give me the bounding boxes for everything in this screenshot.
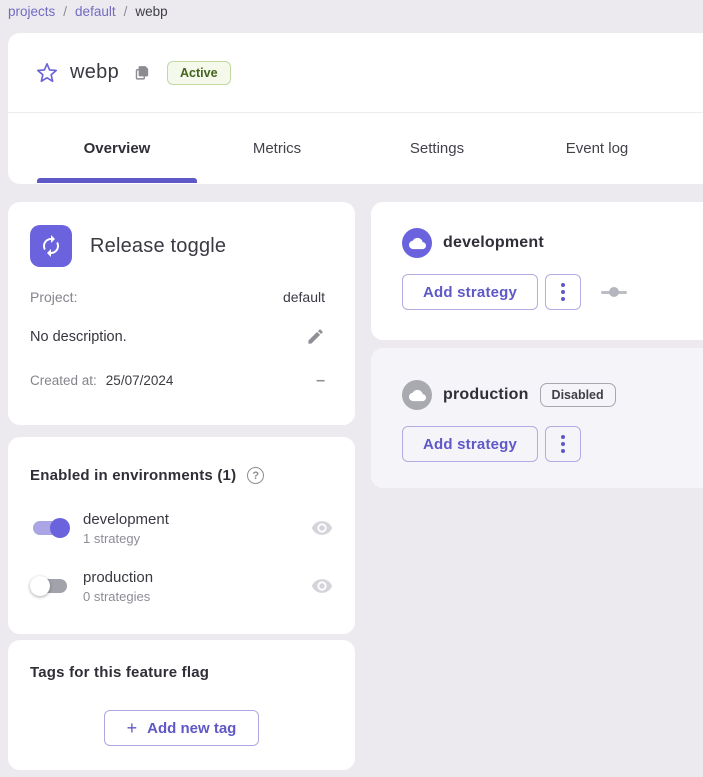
kebab-dot xyxy=(561,435,565,439)
favorite-star-icon[interactable] xyxy=(36,62,58,84)
production-cloud-icon xyxy=(402,380,432,410)
collapse-dash-icon[interactable]: – xyxy=(316,376,325,386)
flag-type-label: Release toggle xyxy=(90,235,226,258)
flag-details-card: Release toggle Project: default No descr… xyxy=(8,202,355,425)
tab-event-log[interactable]: Event log xyxy=(517,113,677,183)
add-new-tag-label: Add new tag xyxy=(147,720,236,737)
edit-description-pencil-icon[interactable] xyxy=(306,327,325,346)
kebab-dot xyxy=(561,290,565,294)
indicator-knob xyxy=(609,287,619,297)
breadcrumb-separator: / xyxy=(63,4,67,19)
toggle-thumb xyxy=(30,576,50,596)
visibility-eye-icon[interactable] xyxy=(311,575,333,597)
environment-strategy-count: 1 strategy xyxy=(83,531,169,546)
description-row: No description. xyxy=(30,327,325,346)
kebab-dot xyxy=(561,297,565,301)
toggle-thumb xyxy=(50,518,70,538)
add-strategy-button[interactable]: Add strategy xyxy=(402,274,538,310)
feature-title-row: webp Active xyxy=(8,33,703,113)
description-text: No description. xyxy=(30,329,127,345)
plus-icon: + xyxy=(127,718,138,739)
status-badge: Active xyxy=(167,61,231,85)
page-title: webp xyxy=(70,61,119,84)
strategy-drag-indicator-icon xyxy=(601,287,627,297)
copy-name-icon[interactable] xyxy=(134,64,151,81)
tags-title: Tags for this feature flag xyxy=(30,640,333,681)
flag-type-row: Release toggle xyxy=(30,202,325,267)
kebab-dot xyxy=(561,442,565,446)
development-panel-actions: Add strategy xyxy=(402,274,703,310)
breadcrumb-current: webp xyxy=(135,4,167,19)
environment-row-development: development 1 strategy xyxy=(30,508,333,548)
add-strategy-button[interactable]: Add strategy xyxy=(402,426,538,462)
kebab-menu-button[interactable] xyxy=(545,274,581,310)
development-cloud-icon xyxy=(402,228,432,258)
help-icon[interactable]: ? xyxy=(247,467,264,484)
development-toggle[interactable] xyxy=(30,516,70,540)
production-environment-panel: production Disabled Add strategy xyxy=(371,348,703,488)
breadcrumb-default-link[interactable]: default xyxy=(75,4,116,19)
environment-row-production: production 0 strategies xyxy=(30,566,333,606)
visibility-eye-icon[interactable] xyxy=(311,517,333,539)
feature-header-card: webp Active Overview Metrics Settings Ev… xyxy=(8,33,703,184)
created-row: Created at: 25/07/2024 – xyxy=(30,373,325,388)
project-row: Project: default xyxy=(30,289,325,305)
production-panel-title: production xyxy=(443,386,529,404)
environment-labels: development 1 strategy xyxy=(83,511,169,546)
project-label: Project: xyxy=(30,289,77,305)
production-toggle[interactable] xyxy=(30,574,70,598)
kebab-menu-button[interactable] xyxy=(545,426,581,462)
enabled-environments-card: Enabled in environments (1) ? developmen… xyxy=(8,437,355,634)
production-panel-actions: Add strategy xyxy=(402,426,703,462)
created-label: Created at: xyxy=(30,373,97,388)
tab-metrics[interactable]: Metrics xyxy=(197,113,357,183)
environment-name: development xyxy=(83,511,169,528)
breadcrumb-projects-link[interactable]: projects xyxy=(8,4,55,19)
left-column: Release toggle Project: default No descr… xyxy=(8,202,355,770)
environment-labels: production 0 strategies xyxy=(83,569,153,604)
right-column: development Add strategy xyxy=(371,202,703,488)
environment-name: production xyxy=(83,569,153,586)
tab-settings[interactable]: Settings xyxy=(357,113,517,183)
tags-card: Tags for this feature flag + Add new tag xyxy=(8,640,355,770)
breadcrumb-separator: / xyxy=(124,4,128,19)
project-value: default xyxy=(283,289,325,305)
tab-overview[interactable]: Overview xyxy=(37,113,197,183)
disabled-badge: Disabled xyxy=(540,383,616,407)
breadcrumb: projects / default / webp xyxy=(8,0,168,22)
development-environment-panel: development Add strategy xyxy=(371,202,703,340)
tab-bar: Overview Metrics Settings Event log xyxy=(8,113,703,183)
kebab-dot xyxy=(561,283,565,287)
feature-flag-page: projects / default / webp webp Active Ov… xyxy=(0,0,703,777)
environment-strategy-count: 0 strategies xyxy=(83,589,153,604)
environments-title: Enabled in environments (1) xyxy=(30,467,236,484)
kebab-dot xyxy=(561,449,565,453)
add-new-tag-button[interactable]: + Add new tag xyxy=(104,710,260,746)
environments-heading: Enabled in environments (1) ? xyxy=(30,437,333,484)
production-panel-header: production Disabled xyxy=(402,348,703,410)
development-panel-header: development xyxy=(402,202,703,258)
created-value: 25/07/2024 xyxy=(106,373,174,388)
tags-button-row: + Add new tag xyxy=(30,710,333,746)
release-toggle-icon xyxy=(30,225,72,267)
created-group: Created at: 25/07/2024 xyxy=(30,373,173,388)
development-panel-title: development xyxy=(443,234,544,252)
